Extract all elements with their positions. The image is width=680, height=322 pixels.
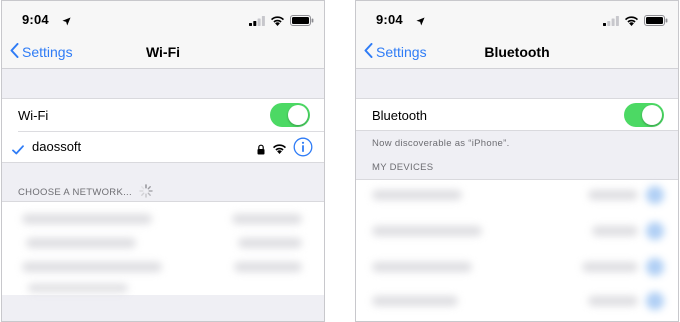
status-bar: 9:04 (2, 1, 324, 37)
discoverable-note: Now discoverable as “iPhone”. (372, 138, 510, 149)
location-arrow-icon (62, 13, 71, 31)
list-item[interactable] (22, 214, 152, 224)
wifi-settings-screen: 9:04 Settings Wi-Fi Wi-Fi daossoft CHOOS… (1, 0, 325, 322)
my-devices-list (356, 179, 678, 321)
bluetooth-toggle-row: Bluetooth (356, 98, 678, 131)
loading-spinner-icon (139, 184, 153, 201)
page-title: Bluetooth (484, 44, 550, 60)
status-time: 9:04 (22, 12, 49, 27)
navigation-bar: Settings Wi-Fi (2, 37, 324, 69)
page-title: Wi-Fi (145, 44, 181, 60)
location-arrow-icon (416, 13, 425, 31)
bluetooth-toggle[interactable] (624, 103, 664, 127)
cellular-signal-icon (603, 13, 619, 31)
list-item[interactable] (372, 296, 458, 306)
cellular-signal-icon (249, 13, 265, 31)
networks-header-text: CHOOSE A NETWORK... (18, 187, 132, 198)
list-item-status (582, 262, 638, 272)
list-item[interactable] (372, 262, 472, 272)
list-item-icons (234, 262, 302, 272)
networks-section-header: CHOOSE A NETWORK... (18, 184, 153, 201)
list-item-status (588, 296, 638, 306)
connected-network-name: daossoft (32, 139, 82, 154)
list-item[interactable] (372, 190, 462, 200)
device-info-icon[interactable] (646, 186, 664, 204)
status-indicators (603, 13, 668, 31)
connected-network-row[interactable]: daossoft (2, 132, 324, 163)
battery-icon (644, 13, 668, 31)
wifi-signal-icon (272, 141, 287, 159)
navigation-bar: Settings Bluetooth (356, 37, 678, 69)
wifi-toggle-row: Wi-Fi (2, 99, 324, 131)
list-item[interactable] (372, 226, 482, 236)
battery-icon (290, 13, 314, 31)
device-info-icon[interactable] (646, 222, 664, 240)
list-item-status (588, 190, 638, 200)
list-item-icons (238, 238, 302, 248)
wifi-toggle-label: Wi-Fi (18, 108, 49, 123)
bluetooth-settings-screen: 9:04 Settings Bluetooth Bluetooth Now di… (355, 0, 679, 322)
devices-section-header: MY DEVICES (372, 162, 434, 173)
list-item-icons (232, 214, 302, 224)
wifi-settings-group: Wi-Fi daossoft (2, 98, 324, 163)
toggle-knob (288, 105, 308, 125)
wifi-status-icon (624, 13, 639, 31)
bluetooth-toggle-label: Bluetooth (372, 108, 427, 123)
wifi-status-icon (270, 13, 285, 31)
status-bar: 9:04 (356, 1, 678, 37)
available-networks-list (2, 201, 324, 295)
status-indicators (249, 13, 314, 31)
checkmark-icon (12, 142, 24, 160)
list-item-status (592, 226, 638, 236)
status-time: 9:04 (376, 12, 403, 27)
list-item[interactable] (28, 284, 128, 292)
info-icon[interactable] (293, 137, 313, 162)
lock-icon (257, 142, 265, 160)
toggle-knob (642, 105, 662, 125)
device-info-icon[interactable] (646, 292, 664, 310)
list-item[interactable] (26, 238, 136, 248)
wifi-toggle[interactable] (270, 103, 310, 127)
list-item[interactable] (22, 262, 162, 272)
device-info-icon[interactable] (646, 258, 664, 276)
